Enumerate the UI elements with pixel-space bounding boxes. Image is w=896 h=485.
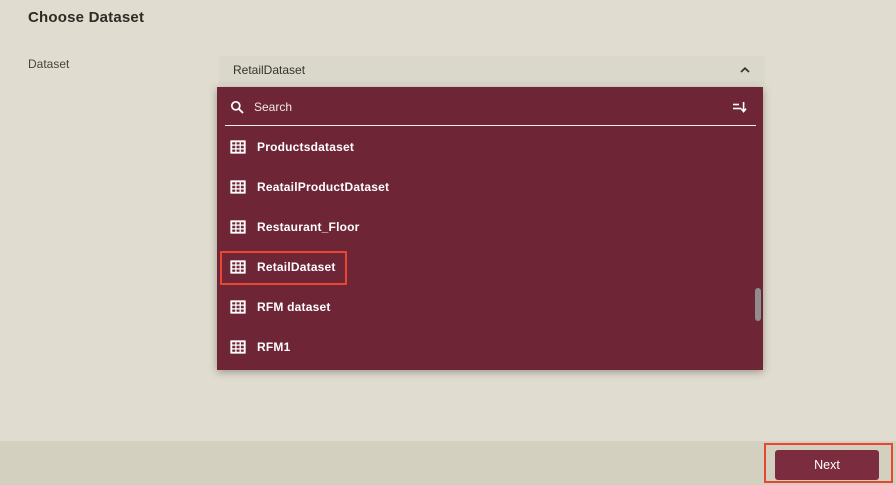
dataset-select[interactable]: RetailDataset bbox=[219, 56, 765, 84]
dataset-option[interactable]: Productsdataset bbox=[217, 127, 763, 167]
dataset-option-label: ReatailProductDataset bbox=[257, 180, 390, 194]
sort-icon[interactable] bbox=[731, 100, 747, 114]
dataset-select-value: RetailDataset bbox=[233, 63, 306, 77]
dataset-option[interactable]: ReatailProductDataset bbox=[217, 167, 763, 207]
page-title: Choose Dataset bbox=[28, 9, 145, 26]
dataset-option[interactable]: RFM1 bbox=[217, 327, 763, 367]
dataset-option-list: Productsdataset ReatailProductDataset Re… bbox=[217, 127, 763, 367]
dataset-option[interactable]: Restaurant_Floor bbox=[217, 207, 763, 247]
dropdown-search-row bbox=[217, 87, 763, 126]
table-icon bbox=[230, 259, 246, 275]
dataset-option-label: Restaurant_Floor bbox=[257, 220, 360, 234]
choose-dataset-screen: Choose Dataset Dataset RetailDataset Sea… bbox=[0, 0, 896, 485]
dataset-dropdown-panel: Productsdataset ReatailProductDataset bbox=[217, 87, 763, 370]
chevron-up-icon bbox=[739, 66, 751, 74]
dataset-option[interactable]: RFM dataset bbox=[217, 287, 763, 327]
table-icon bbox=[230, 179, 246, 195]
table-icon bbox=[230, 139, 246, 155]
search-icon bbox=[230, 100, 244, 114]
scrollbar-thumb[interactable] bbox=[755, 288, 761, 321]
dataset-option-label: Productsdataset bbox=[257, 140, 355, 154]
table-icon bbox=[230, 339, 246, 355]
dataset-option-label: RetailDataset bbox=[257, 260, 336, 274]
dataset-option-retaildataset[interactable]: RetailDataset bbox=[217, 247, 763, 287]
dataset-option-label: RFM dataset bbox=[257, 300, 331, 314]
footer-bar bbox=[0, 441, 896, 485]
next-button[interactable]: Next bbox=[775, 450, 879, 480]
search-underline bbox=[225, 125, 756, 126]
dataset-option-label: RFM1 bbox=[257, 340, 291, 354]
table-icon bbox=[230, 299, 246, 315]
table-icon bbox=[230, 219, 246, 235]
search-input[interactable] bbox=[254, 99, 721, 114]
dataset-field-label: Dataset bbox=[28, 57, 70, 71]
